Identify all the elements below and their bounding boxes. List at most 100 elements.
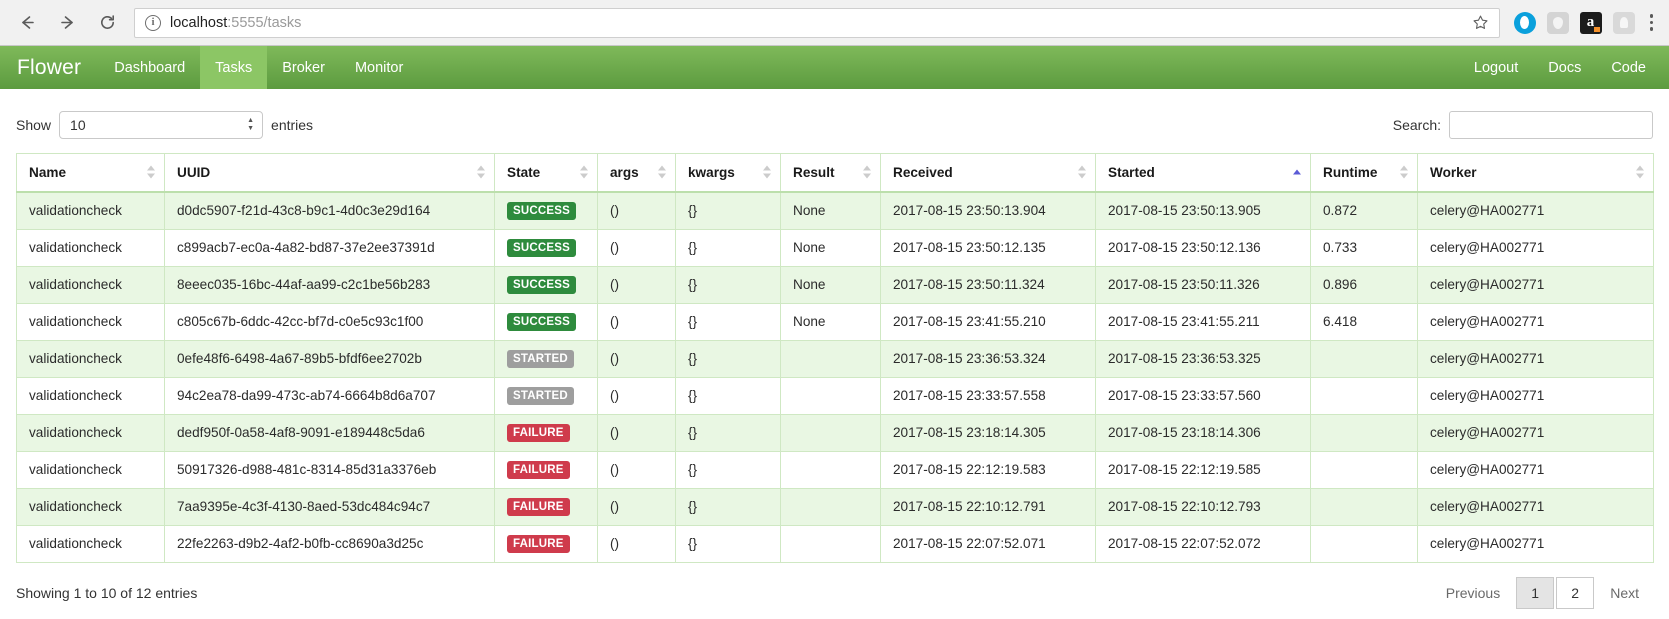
nav-link-monitor[interactable]: Monitor [340, 46, 418, 89]
sort-indicator-args[interactable] [658, 165, 666, 179]
table-row[interactable]: validationcheck c805c67b-6ddc-42cc-bf7d-c… [16, 302, 1654, 341]
task-name-cell: validationcheck [16, 450, 165, 489]
pagination-page-1[interactable]: 1 [1516, 576, 1555, 609]
search-input[interactable] [1449, 111, 1653, 139]
sort-indicator-kwargs[interactable] [763, 165, 771, 179]
sort-indicator-received[interactable] [1078, 165, 1086, 179]
column-header-kwargs[interactable]: kwargs [675, 153, 781, 193]
table-row[interactable]: validationcheck dedf950f-0a58-4af8-9091-e… [16, 413, 1654, 452]
task-uuid-cell[interactable]: 7aa9395e-4c3f-4130-8aed-53dc484c94c7 [164, 487, 495, 526]
nav-link-tasks[interactable]: Tasks [200, 46, 268, 89]
back-arrow-icon[interactable] [14, 10, 40, 36]
pagination-page-2[interactable]: 2 [1556, 576, 1595, 609]
sort-indicator-state[interactable] [580, 165, 588, 179]
task-uuid-cell[interactable]: dedf950f-0a58-4af8-9091-e189448c5da6 [164, 413, 495, 452]
info-icon[interactable]: i [145, 14, 161, 31]
task-args-cell: () [597, 228, 676, 267]
task-worker-cell[interactable]: celery@HA002771 [1417, 376, 1654, 415]
column-header-worker[interactable]: Worker [1417, 153, 1654, 193]
sort-indicator-name[interactable] [147, 165, 155, 179]
task-kwargs-cell: {} [675, 339, 781, 378]
table-row[interactable]: validationcheck 7aa9395e-4c3f-4130-8aed-5… [16, 487, 1654, 526]
column-header-runtime[interactable]: Runtime [1310, 153, 1418, 193]
task-kwargs-cell: {} [675, 450, 781, 489]
sort-indicator-worker[interactable] [1636, 165, 1644, 179]
address-bar[interactable]: i localhost:5555/tasks [134, 7, 1500, 38]
task-uuid-cell[interactable]: c899acb7-ec0a-4a82-bd87-37e2ee37391d [164, 228, 495, 267]
task-worker-cell[interactable]: celery@HA002771 [1417, 339, 1654, 378]
column-header-args[interactable]: args [597, 153, 676, 193]
secondary-nav: Logout Docs Code [1459, 46, 1669, 89]
page-content: Show 10 25 50 100 ▲▼ entries Search: [0, 89, 1669, 619]
task-state-cell: STARTED [494, 339, 598, 378]
task-result-cell [780, 487, 881, 526]
table-row[interactable]: validationcheck 22fe2263-d9b2-4af2-b0fb-c… [16, 524, 1654, 563]
table-header-row: Name UUID State args kwargs Result Recei… [16, 153, 1654, 193]
task-args-cell: () [597, 339, 676, 378]
entries-info: Showing 1 to 10 of 12 entries [16, 584, 198, 601]
sort-indicator-started[interactable] [1293, 169, 1301, 175]
nav-link-logout[interactable]: Logout [1459, 46, 1533, 89]
nav-link-broker[interactable]: Broker [267, 46, 340, 89]
task-uuid-cell[interactable]: 94c2ea78-da99-473c-ab74-6664b8d6a707 [164, 376, 495, 415]
table-row[interactable]: validationcheck 0efe48f6-6498-4a67-89b5-b… [16, 339, 1654, 378]
kebab-menu-icon[interactable] [1648, 12, 1656, 33]
entries-select[interactable]: 10 25 50 100 [59, 111, 264, 139]
nav-link-code[interactable]: Code [1596, 46, 1661, 89]
task-worker-cell[interactable]: celery@HA002771 [1417, 228, 1654, 267]
table-row[interactable]: validationcheck c899acb7-ec0a-4a82-bd87-3… [16, 228, 1654, 267]
status-badge: SUCCESS [507, 201, 576, 220]
nav-link-docs[interactable]: Docs [1533, 46, 1596, 89]
table-row[interactable]: validationcheck 50917326-d988-481c-8314-8… [16, 450, 1654, 489]
task-worker-cell[interactable]: celery@HA002771 [1417, 265, 1654, 304]
nav-link-dashboard[interactable]: Dashboard [99, 46, 200, 89]
task-worker-cell[interactable]: celery@HA002771 [1417, 450, 1654, 489]
column-header-started[interactable]: Started [1095, 153, 1311, 193]
tasks-table-body: validationcheck d0dc5907-f21d-43c8-b9c1-4… [16, 191, 1654, 563]
sort-indicator-runtime[interactable] [1400, 165, 1408, 179]
task-worker-cell[interactable]: celery@HA002771 [1417, 302, 1654, 341]
table-row[interactable]: validationcheck 94c2ea78-da99-473c-ab74-6… [16, 376, 1654, 415]
task-worker-cell[interactable]: celery@HA002771 [1417, 413, 1654, 452]
pagination-next[interactable]: Next [1596, 585, 1653, 601]
task-worker-cell[interactable]: celery@HA002771 [1417, 487, 1654, 526]
table-row[interactable]: validationcheck 8eeec035-16bc-44af-aa99-c… [16, 265, 1654, 304]
task-uuid-cell[interactable]: 8eeec035-16bc-44af-aa99-c2c1be56b283 [164, 265, 495, 304]
bulb-extension-icon[interactable] [1612, 11, 1635, 34]
task-uuid-cell[interactable]: 22fe2263-d9b2-4af2-b0fb-cc8690a3d25c [164, 524, 495, 563]
brand-logo[interactable]: Flower [0, 46, 99, 89]
primary-nav: Dashboard Tasks Broker Monitor [99, 46, 418, 89]
star-icon[interactable] [1464, 14, 1489, 31]
task-runtime-cell [1310, 524, 1418, 563]
column-header-received[interactable]: Received [880, 153, 1096, 193]
show-entries-control: Show 10 25 50 100 ▲▼ entries [16, 111, 313, 139]
amazon-extension-icon[interactable]: a [1579, 11, 1602, 34]
opera-extension-icon[interactable] [1513, 11, 1536, 34]
task-worker-cell[interactable]: celery@HA002771 [1417, 524, 1654, 563]
task-received-cell: 2017-08-15 23:50:12.135 [880, 228, 1096, 267]
task-uuid-cell[interactable]: 50917326-d988-481c-8314-85d31a3376eb [164, 450, 495, 489]
sort-indicator-result[interactable] [863, 165, 871, 179]
task-worker-cell[interactable]: celery@HA002771 [1417, 191, 1654, 230]
task-received-cell: 2017-08-15 23:18:14.305 [880, 413, 1096, 452]
task-result-cell [780, 524, 881, 563]
column-header-state[interactable]: State [494, 153, 598, 193]
tasks-table: Name UUID State args kwargs Result Recei… [16, 153, 1654, 563]
task-uuid-cell[interactable]: 0efe48f6-6498-4a67-89b5-bfdf6ee2702b [164, 339, 495, 378]
column-header-result[interactable]: Result [780, 153, 881, 193]
column-header-name[interactable]: Name [16, 153, 165, 193]
task-state-cell: SUCCESS [494, 191, 598, 230]
reload-icon[interactable] [94, 10, 120, 36]
forward-arrow-icon[interactable] [54, 10, 80, 36]
sort-indicator-uuid[interactable] [477, 165, 485, 179]
task-kwargs-cell: {} [675, 524, 781, 563]
column-label: kwargs [688, 164, 735, 180]
column-header-uuid[interactable]: UUID [164, 153, 495, 193]
pagination-previous[interactable]: Previous [1432, 585, 1514, 601]
task-uuid-cell[interactable]: d0dc5907-f21d-43c8-b9c1-4d0c3e29d164 [164, 191, 495, 230]
table-row[interactable]: validationcheck d0dc5907-f21d-43c8-b9c1-4… [16, 191, 1654, 230]
pocket-extension-icon[interactable] [1546, 11, 1569, 34]
task-args-cell: () [597, 450, 676, 489]
task-uuid-cell[interactable]: c805c67b-6ddc-42cc-bf7d-c0e5c93c1f00 [164, 302, 495, 341]
search-control: Search: [1393, 111, 1653, 139]
